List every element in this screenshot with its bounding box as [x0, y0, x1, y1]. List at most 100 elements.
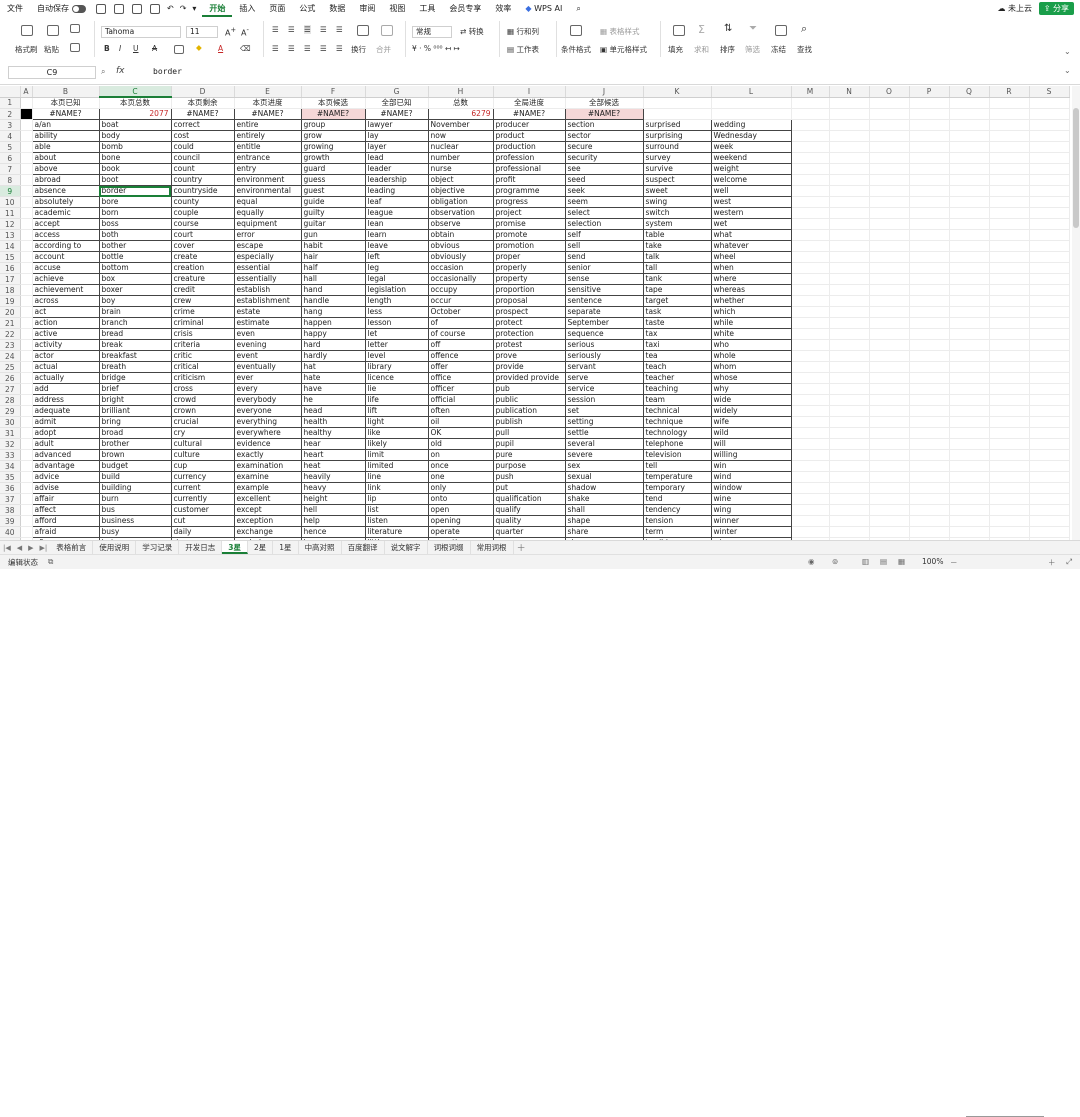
data-cell[interactable]: heavily — [301, 471, 366, 483]
sheet-tab-8[interactable]: 百度翻译 — [342, 541, 385, 554]
grid-cell[interactable] — [791, 262, 830, 274]
sheet-tab-3[interactable]: 开发日志 — [179, 541, 223, 554]
grid-cell[interactable] — [20, 174, 33, 186]
vertical-scrollbar-thumb[interactable] — [1073, 108, 1079, 228]
data-cell[interactable]: shake — [565, 493, 644, 505]
grid-cell[interactable] — [829, 416, 870, 428]
data-cell[interactable]: crisis — [171, 328, 235, 340]
data-cell[interactable]: when — [711, 262, 792, 274]
grid-cell[interactable] — [949, 207, 990, 219]
data-cell[interactable]: hall — [301, 273, 366, 285]
data-cell[interactable]: advise — [32, 482, 100, 494]
data-cell[interactable]: except — [234, 504, 302, 516]
grid-cell[interactable] — [20, 372, 33, 384]
grid-cell[interactable] — [869, 185, 910, 197]
data-cell[interactable]: growing — [301, 141, 366, 153]
grid-cell[interactable] — [829, 108, 870, 120]
data-cell[interactable]: teach — [643, 361, 712, 373]
data-cell[interactable]: help — [301, 515, 366, 527]
grid-cell[interactable] — [909, 339, 950, 351]
grid-cell[interactable] — [791, 449, 830, 461]
data-cell[interactable]: quarter — [493, 526, 566, 538]
data-cell[interactable]: section — [565, 119, 644, 131]
grid-cell[interactable] — [20, 526, 33, 538]
grid-cell[interactable] — [1029, 471, 1070, 483]
grid-cell[interactable] — [869, 361, 910, 373]
grid-cell[interactable] — [20, 273, 33, 285]
header-cell[interactable]: 总数 — [428, 97, 494, 109]
grid-cell[interactable] — [20, 207, 33, 219]
grid-cell[interactable] — [949, 229, 990, 241]
grid-cell[interactable] — [1029, 152, 1070, 164]
data-cell[interactable]: county — [171, 196, 235, 208]
grid-cell[interactable] — [1029, 372, 1070, 384]
grid-cell[interactable] — [869, 174, 910, 186]
data-cell[interactable]: wind — [711, 471, 792, 483]
grid-cell[interactable] — [949, 240, 990, 252]
grid-cell[interactable] — [1029, 97, 1070, 109]
grid-cell[interactable] — [989, 284, 1030, 296]
grid-cell[interactable] — [20, 394, 33, 406]
data-cell[interactable]: servant — [565, 361, 644, 373]
grid-cell[interactable] — [20, 405, 33, 417]
grid-cell[interactable] — [949, 119, 990, 131]
data-cell[interactable]: health — [301, 416, 366, 428]
grid-cell[interactable] — [791, 295, 830, 307]
add-sheet-icon[interactable]: ＋ — [514, 541, 529, 554]
grid-cell[interactable] — [791, 471, 830, 483]
data-cell[interactable]: have — [301, 383, 366, 395]
data-cell[interactable]: properly — [493, 262, 566, 274]
grid-cell[interactable] — [869, 350, 910, 362]
grid-cell[interactable] — [20, 460, 33, 472]
eye-protect-icon[interactable]: ◉ — [808, 557, 815, 566]
data-cell[interactable]: offer — [428, 361, 494, 373]
grid-cell[interactable] — [869, 218, 910, 230]
grid-cell[interactable] — [20, 262, 33, 274]
data-cell[interactable]: property — [493, 273, 566, 285]
grid-cell[interactable] — [1029, 350, 1070, 362]
data-cell[interactable]: hardly — [301, 350, 366, 362]
row-header[interactable]: 2 — [0, 108, 21, 120]
grid-cell[interactable] — [909, 515, 950, 527]
data-cell[interactable]: everyone — [234, 405, 302, 417]
data-cell[interactable]: wide — [711, 394, 792, 406]
grid-cell[interactable] — [949, 405, 990, 417]
first-sheet-icon[interactable]: |◀ — [0, 544, 14, 552]
data-cell[interactable]: bridge — [99, 372, 172, 384]
data-cell[interactable]: occur — [428, 295, 494, 307]
grid-cell[interactable] — [949, 108, 990, 120]
data-cell[interactable]: healthy — [301, 427, 366, 439]
data-cell[interactable]: both — [99, 229, 172, 241]
data-cell[interactable]: criteria — [171, 339, 235, 351]
data-cell[interactable]: cover — [171, 240, 235, 252]
data-cell[interactable]: pull — [493, 427, 566, 439]
cond-format-button[interactable]: 条件格式 — [561, 44, 591, 55]
grid-cell[interactable] — [909, 295, 950, 307]
grid-cell[interactable] — [791, 526, 830, 538]
sheet-tab-9[interactable]: 说文解字 — [385, 541, 428, 554]
data-cell[interactable]: old — [428, 438, 494, 450]
data-cell[interactable]: whose — [711, 372, 792, 384]
data-cell[interactable]: bus — [99, 504, 172, 516]
data-cell[interactable]: sexual — [565, 471, 644, 483]
data-cell[interactable]: everything — [234, 416, 302, 428]
data-cell[interactable]: Wednesday — [711, 130, 792, 142]
column-header-K[interactable]: K — [643, 86, 712, 98]
grid-cell[interactable] — [829, 482, 870, 494]
data-cell[interactable]: October — [428, 306, 494, 318]
normal-view-icon[interactable]: ▥ — [862, 557, 869, 566]
grid-cell[interactable] — [869, 97, 910, 109]
data-cell[interactable]: onto — [428, 493, 494, 505]
grid-cell[interactable] — [1029, 196, 1070, 208]
grid-cell[interactable] — [829, 526, 870, 538]
grid-cell[interactable] — [20, 383, 33, 395]
grid-cell[interactable] — [989, 372, 1030, 384]
grid-cell[interactable] — [869, 207, 910, 219]
grid-cell[interactable] — [829, 493, 870, 505]
grid-cell[interactable] — [791, 240, 830, 252]
grid-cell[interactable] — [20, 295, 33, 307]
grid-cell[interactable] — [949, 174, 990, 186]
grid-cell[interactable] — [869, 339, 910, 351]
grid-cell[interactable] — [989, 295, 1030, 307]
data-cell[interactable]: tall — [643, 262, 712, 274]
